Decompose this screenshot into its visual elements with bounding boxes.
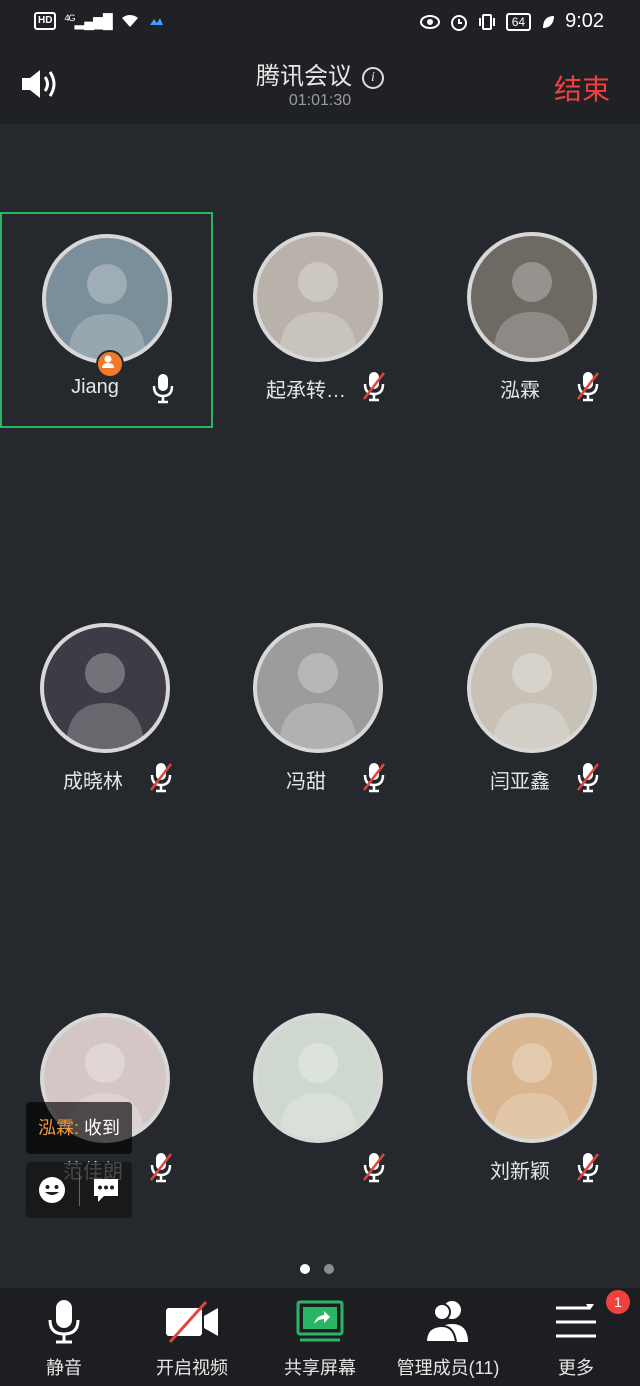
- info-icon[interactable]: i: [362, 67, 384, 89]
- avatar-figure-icon: [66, 653, 144, 749]
- participant-name-row: 刘新颖: [427, 1151, 640, 1183]
- manage-members-label: 管理成员(11): [396, 1358, 500, 1378]
- participant-avatar: [467, 1013, 597, 1143]
- chat-tools-divider: [79, 1174, 80, 1206]
- wifi-icon: [121, 14, 138, 27]
- participant-tile[interactable]: 起承转…: [213, 212, 426, 428]
- participant-name-row: Jiang: [2, 372, 215, 404]
- participant-tile[interactable]: Jiang: [0, 212, 213, 428]
- participant-tile[interactable]: 闫亚鑫: [427, 603, 640, 819]
- participant-avatar: [40, 623, 170, 753]
- participant-tile[interactable]: 冯甜: [213, 603, 426, 819]
- notification-badge: 1: [606, 1290, 630, 1314]
- mic-muted-icon: [363, 372, 385, 402]
- participant-avatar: [467, 232, 597, 362]
- participant-name-row: 冯甜: [213, 761, 426, 793]
- status-right: 64 9:02: [419, 10, 604, 33]
- participant-tile[interactable]: 刘新颖: [427, 993, 640, 1209]
- page-indicator: [300, 1264, 334, 1274]
- chat-colon: :: [74, 1118, 80, 1138]
- mic-icon: [152, 374, 174, 404]
- battery-level: 64: [505, 12, 532, 31]
- avatar-figure-icon: [279, 653, 357, 749]
- clock: 9:02: [565, 10, 604, 32]
- participant-avatar: [253, 232, 383, 362]
- mic-muted-icon: [577, 1153, 599, 1183]
- participant-avatar: [253, 1013, 383, 1143]
- network-type: 4G: [64, 12, 75, 23]
- mute-button[interactable]: 静音: [0, 1288, 128, 1386]
- more-label: 更多: [558, 1358, 594, 1378]
- end-meeting-button[interactable]: 结束: [554, 68, 610, 108]
- hd-indicator: HD: [34, 12, 57, 30]
- share-screen-button[interactable]: 共享屏幕: [256, 1288, 384, 1386]
- video-off-icon: [166, 1300, 218, 1344]
- participant-name-row: 起承转…: [213, 370, 426, 402]
- participant-avatar: [467, 623, 597, 753]
- meeting-header: 腾讯会议 i 01:01:30 结束: [0, 44, 640, 124]
- participant-avatar: [42, 234, 172, 364]
- more-button[interactable]: 1 更多: [512, 1288, 640, 1386]
- members-icon: [424, 1301, 468, 1343]
- participant-tile[interactable]: 泓霖: [427, 212, 640, 428]
- avatar-figure-icon: [279, 1043, 357, 1139]
- status-left: HD 4G▂▄▆█: [34, 12, 164, 30]
- participant-tile[interactable]: 成晓林: [0, 603, 213, 819]
- avatar-figure-icon: [493, 1043, 571, 1139]
- chat-text: 收到: [84, 1118, 121, 1138]
- mic-muted-icon: [150, 1153, 172, 1183]
- participant-name-row: 成晓林: [0, 761, 213, 793]
- participant-name-row: [213, 1151, 426, 1183]
- avatar-figure-icon: [279, 262, 357, 358]
- avatar-figure-icon: [493, 262, 571, 358]
- status-bar: HD 4G▂▄▆█ 64 9:02: [0, 0, 640, 44]
- share-screen-label: 共享屏幕: [284, 1358, 356, 1378]
- mic-muted-icon: [363, 763, 385, 793]
- chat-tools: [26, 1162, 132, 1218]
- meeting-timer: 01:01:30: [288, 92, 352, 109]
- microphone-icon: [48, 1300, 80, 1344]
- vibrate-icon: [478, 13, 495, 30]
- avatar-figure-icon: [493, 653, 571, 749]
- avatar-figure-icon: [68, 264, 146, 360]
- chat-sender: 泓霖: [38, 1118, 74, 1138]
- cloud-icon: [149, 18, 163, 25]
- meeting-title: 腾讯会议: [256, 63, 352, 90]
- alarm-icon: [450, 14, 467, 31]
- more-icon: [556, 1304, 596, 1338]
- participant-tile[interactable]: [213, 993, 426, 1209]
- participant-name-row: 泓霖: [427, 370, 640, 402]
- share-screen-icon: [296, 1300, 344, 1342]
- signal-icon: 4G▂▄▆█: [64, 12, 112, 29]
- page-dot-1[interactable]: [300, 1264, 310, 1274]
- mic-muted-icon: [363, 1153, 385, 1183]
- start-video-label: 开启视频: [156, 1358, 228, 1378]
- chat-bubble-icon[interactable]: [92, 1176, 120, 1204]
- mic-muted-icon: [577, 763, 599, 793]
- chat-message[interactable]: 泓霖: 收到: [26, 1102, 132, 1154]
- mic-muted-icon: [577, 372, 599, 402]
- page-dot-2[interactable]: [324, 1264, 334, 1274]
- emoji-icon[interactable]: [38, 1176, 66, 1204]
- participant-avatar: [253, 623, 383, 753]
- meeting-title-row: 腾讯会议 i: [0, 56, 640, 91]
- mute-label: 静音: [46, 1358, 82, 1378]
- bottom-toolbar: 静音 开启视频 共享屏幕 管理成员(11) 1 更多: [0, 1288, 640, 1386]
- start-video-button[interactable]: 开启视频: [128, 1288, 256, 1386]
- leaf-icon: [543, 15, 555, 28]
- mic-muted-icon: [150, 763, 172, 793]
- manage-members-button[interactable]: 管理成员(11): [384, 1288, 512, 1386]
- eye-icon: [419, 14, 440, 29]
- participant-name-row: 闫亚鑫: [427, 761, 640, 793]
